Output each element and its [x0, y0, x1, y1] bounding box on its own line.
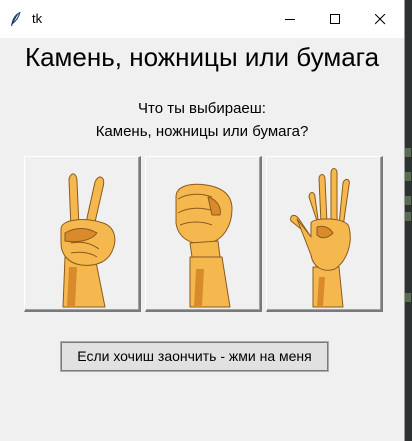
- hand-rock-icon: [175, 183, 233, 308]
- hand-scissors-icon: [60, 173, 116, 308]
- paper-button[interactable]: [266, 156, 383, 312]
- maximize-icon: [330, 14, 340, 24]
- scissors-button[interactable]: [24, 156, 141, 312]
- window-title: tk: [32, 11, 43, 26]
- page-title: Камень, ножницы или бумага: [24, 42, 380, 72]
- close-icon: [375, 14, 386, 25]
- maximize-button[interactable]: [313, 0, 358, 38]
- quit-button[interactable]: Если хочиш заончить - жми на меня: [60, 341, 329, 372]
- feather-icon: [9, 11, 23, 27]
- rock-button[interactable]: [145, 156, 262, 312]
- close-button[interactable]: [358, 0, 403, 38]
- minimize-button[interactable]: [268, 0, 313, 38]
- app-window: tk Камень, ножницы или бумага Что ты выб…: [0, 0, 405, 441]
- question-line-1: Что ты выбираеш:: [138, 100, 266, 117]
- minimize-icon: [285, 19, 295, 20]
- titlebar[interactable]: tk: [0, 0, 404, 38]
- question-line-2: Камень, ножницы или бумага?: [95, 123, 309, 140]
- hand-paper-icon: [290, 168, 351, 308]
